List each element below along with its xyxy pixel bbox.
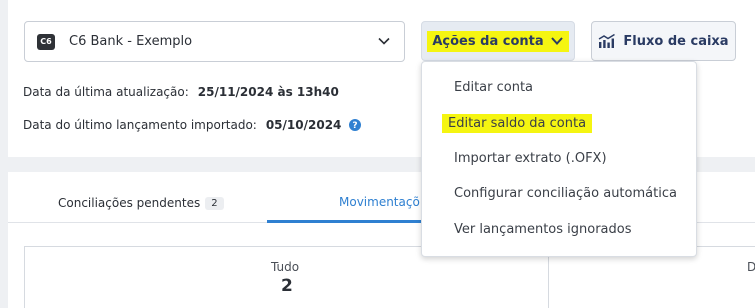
chevron-down-icon — [550, 37, 563, 45]
menu-item-edit-account[interactable]: Editar conta — [454, 80, 533, 95]
tab-pending-reconciliations[interactable]: Conciliações pendentes 2 — [58, 196, 224, 210]
cashflow-button[interactable]: Fluxo de caixa — [591, 21, 736, 61]
menu-item-ignored-entries[interactable]: Ver lançamentos ignorados — [454, 222, 632, 237]
chevron-down-icon — [378, 37, 390, 45]
account-actions-menu: Editar conta Editar saldo da conta Impor… — [421, 61, 697, 257]
last-import-label: Data do último lançamento importado: — [23, 118, 257, 132]
account-name: C6 Bank - Exemplo — [69, 34, 193, 49]
chart-icon — [599, 33, 616, 48]
account-actions-label: Ações da conta — [432, 33, 544, 49]
bank-logo-icon: C6 — [37, 33, 55, 50]
tab-movements[interactable]: Movimentaçõ — [267, 172, 447, 223]
help-icon[interactable]: ? — [349, 119, 362, 131]
stat-next-label: D — [747, 260, 755, 274]
account-select[interactable]: C6 C6 Bank - Exemplo — [24, 21, 405, 62]
tab-movements-label: Movimentaçõ — [339, 195, 420, 209]
last-update-label: Data da última atualização: — [23, 85, 189, 99]
account-actions-button[interactable]: Ações da conta — [421, 21, 575, 61]
menu-item-edit-balance[interactable]: Editar saldo da conta — [442, 114, 593, 133]
cashflow-label: Fluxo de caixa — [623, 33, 729, 49]
menu-item-import-ofx[interactable]: Importar extrato (.OFX) — [454, 151, 607, 166]
last-update-value: 25/11/2024 às 13h40 — [197, 85, 339, 99]
last-import-row: Data do último lançamento importado: 05/… — [23, 118, 362, 132]
actions-highlight: Ações da conta — [427, 30, 569, 52]
menu-item-auto-reconciliation[interactable]: Configurar conciliação automática — [454, 186, 677, 201]
last-update-row: Data da última atualização: 25/11/2024 à… — [23, 85, 339, 99]
tab-pending-label: Conciliações pendentes — [58, 196, 201, 210]
last-import-value: 05/10/2024 — [265, 118, 342, 132]
pending-count-badge: 2 — [205, 196, 224, 210]
svg-text:?: ? — [353, 121, 358, 131]
stat-all-label: Tudo — [271, 260, 300, 274]
stat-all-value: 2 — [281, 276, 293, 296]
